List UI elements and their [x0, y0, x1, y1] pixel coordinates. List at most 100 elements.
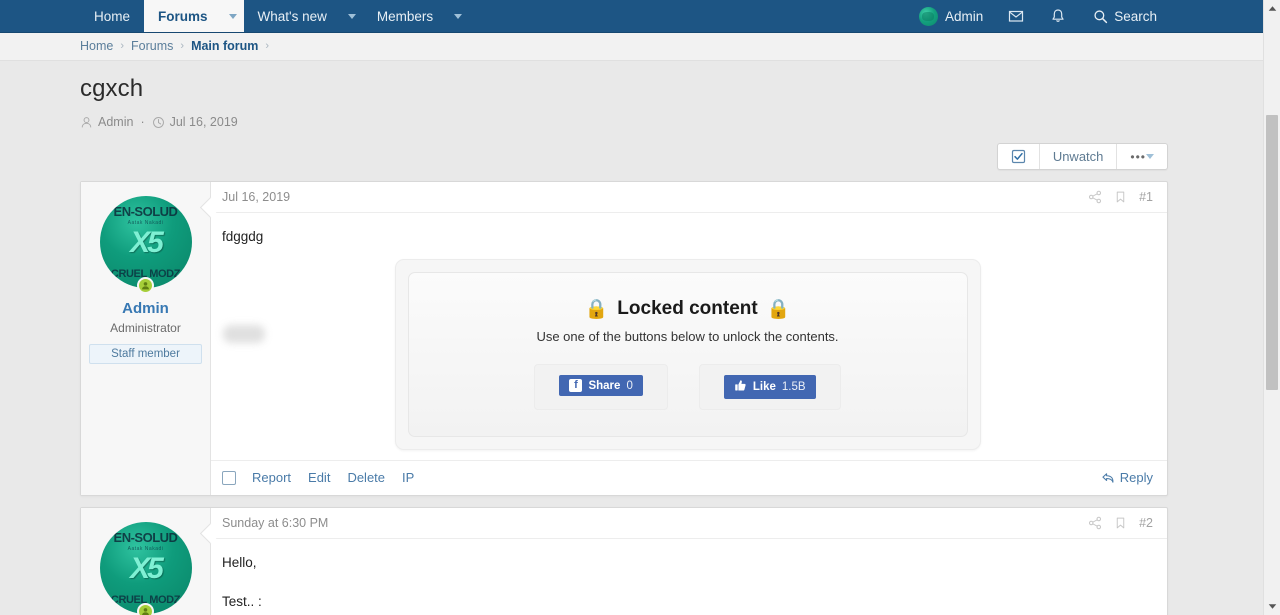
post-header: Jul 16, 2019 #1 [211, 182, 1167, 213]
status-badge: Staff member [89, 344, 202, 364]
vertical-scrollbar[interactable] [1263, 0, 1280, 615]
primary-nav: Home Forums What's new Members [80, 0, 469, 32]
bookmark-icon[interactable] [1114, 516, 1127, 530]
scroll-down-arrow [1268, 604, 1276, 609]
breadcrumb-item-home[interactable]: Home [80, 39, 113, 53]
chevron-down-icon [1146, 154, 1154, 159]
edit-link[interactable]: Edit [308, 470, 330, 485]
avatar[interactable]: EN-SOLUD Aatak Nakadi X5 CRUEL MODZ [99, 522, 192, 615]
nav-account-menu[interactable]: Admin [909, 0, 995, 32]
nav-group-members[interactable]: Members [363, 0, 469, 32]
facebook-like-label: Like [752, 381, 776, 394]
nav-item-forums[interactable]: Forums [144, 0, 222, 32]
report-link[interactable]: Report [252, 470, 291, 485]
avatar-top-text: EN-SOLUD [113, 530, 178, 546]
reply-button[interactable]: Reply [1101, 470, 1153, 485]
nav-search-button[interactable]: Search [1079, 0, 1171, 32]
user-avatar-icon [918, 6, 938, 26]
nav-whats-new-dropdown-toggle[interactable] [341, 0, 363, 32]
post-header-actions: #1 [1088, 190, 1153, 204]
facebook-share-count: 0 [626, 379, 633, 392]
chevron-down-icon [454, 13, 463, 19]
breadcrumb-item-main-forum[interactable]: Main forum [191, 39, 258, 53]
post-article: EN-SOLUD Aatak Nakadi X5 CRUEL MODZ Admi… [80, 181, 1168, 497]
nav-alerts-button[interactable] [1037, 0, 1079, 32]
post-number[interactable]: #2 [1139, 516, 1153, 530]
post-header-actions: #2 [1088, 516, 1153, 530]
secondary-nav: Admin Search [909, 0, 1171, 32]
nav-members-dropdown-toggle[interactable] [447, 0, 469, 32]
ip-link[interactable]: IP [402, 470, 414, 485]
user-icon [81, 116, 92, 127]
post-text: fdggdg [222, 227, 1153, 247]
online-status-icon [136, 277, 154, 294]
post-footer: Report Edit Delete IP Reply [211, 460, 1167, 495]
breadcrumb: Home › Forums › Main forum › [0, 33, 1263, 61]
more-dots-icon: ••• [1130, 149, 1146, 164]
thread-more-options-button[interactable]: ••• [1117, 144, 1167, 169]
locked-content-panel: 🔒 Locked content 🔒 Use one of the button… [407, 272, 968, 438]
meta-separator: · [140, 115, 145, 129]
lock-icon-left: 🔒 [584, 299, 609, 321]
scrollbar-thumb[interactable] [1266, 115, 1278, 390]
post-date[interactable]: Sunday at 6:30 PM [222, 516, 328, 530]
post-user-block: EN-SOLUD Aatak Nakadi X5 CRUEL MODZ Admi… [81, 508, 211, 615]
thread-date[interactable]: Jul 16, 2019 [170, 115, 238, 129]
facebook-share-widget: f Share 0 [534, 364, 668, 411]
nav-item-whats-new[interactable]: What's new [244, 0, 341, 32]
post-body: Hello, Test.. : [211, 539, 1167, 615]
nav-item-members[interactable]: Members [363, 0, 447, 32]
nav-group-whats-new[interactable]: What's new [244, 0, 363, 32]
scroll-down-button[interactable] [1264, 598, 1280, 615]
bookmark-icon[interactable] [1114, 190, 1127, 204]
share-icon[interactable] [1088, 516, 1102, 530]
avatar-logo-text: X5 [130, 226, 164, 259]
scroll-up-button[interactable] [1264, 0, 1280, 17]
avatar-logo-text: X5 [130, 552, 164, 586]
facebook-like-count: 1.5B [781, 381, 806, 394]
post-number[interactable]: #1 [1139, 190, 1153, 204]
post-user-block: EN-SOLUD Aatak Nakadi X5 CRUEL MODZ Admi… [81, 182, 211, 496]
clock-icon [152, 116, 164, 128]
avatar-container: EN-SOLUD Aatak Nakadi X5 CRUEL MODZ [99, 196, 192, 294]
facebook-like-widget: Like 1.5B [698, 364, 841, 411]
post-body: fdggdg 🔒 Locked content 🔒 Use one of the… [211, 213, 1167, 460]
thumbs-up-icon [734, 379, 747, 395]
post-text-line: Test.. : [222, 593, 262, 609]
post-main: Sunday at 6:30 PM #2 Hello, Test..: [211, 508, 1167, 615]
page-scroll-region: Home Forums What's new Members Admin Sea… [0, 0, 1263, 615]
reply-label: Reply [1119, 470, 1153, 486]
locked-content-container: 🔒 Locked content 🔒 Use one of the button… [394, 259, 981, 451]
post-text-line: Hello, [222, 555, 257, 571]
scroll-up-arrow [1268, 6, 1276, 11]
select-post-checkbox[interactable] [222, 470, 236, 485]
facebook-share-button[interactable]: f Share 0 [559, 375, 643, 397]
watch-button-group: Unwatch ••• [996, 143, 1168, 170]
post-date[interactable]: Jul 16, 2019 [222, 190, 290, 204]
reply-arrow-icon [1102, 473, 1114, 483]
chevron-down-icon [347, 13, 356, 19]
watch-status-icon-button[interactable] [998, 144, 1040, 169]
nav-group-forums[interactable]: Forums [144, 0, 244, 32]
facebook-like-button[interactable]: Like 1.5B [723, 375, 816, 400]
breadcrumb-separator-icon: › [120, 40, 125, 52]
thread-author[interactable]: Admin [98, 115, 133, 129]
avatar-top-text: EN-SOLUD [113, 204, 178, 219]
post-main: Jul 16, 2019 #1 fdggdg 🔒 Locked content … [211, 182, 1167, 495]
nav-account-name: Admin [944, 8, 984, 24]
breadcrumb-separator-icon: › [265, 40, 270, 52]
locked-content-buttons: f Share 0 Like 1.5B [419, 364, 957, 411]
nav-forums-dropdown-toggle[interactable] [222, 0, 244, 32]
nav-item-home[interactable]: Home [80, 0, 144, 32]
nav-inbox-button[interactable] [995, 0, 1037, 32]
share-icon[interactable] [1088, 190, 1102, 204]
avatar-container: EN-SOLUD Aatak Nakadi X5 CRUEL MODZ [99, 522, 192, 615]
locked-title-text: Locked content [617, 298, 758, 320]
avatar[interactable]: EN-SOLUD Aatak Nakadi X5 CRUEL MODZ [99, 196, 192, 288]
breadcrumb-item-forums[interactable]: Forums [131, 39, 173, 53]
post-list: EN-SOLUD Aatak Nakadi X5 CRUEL MODZ Admi… [0, 181, 1263, 615]
post-username[interactable]: Admin [89, 300, 202, 317]
delete-link[interactable]: Delete [347, 470, 385, 485]
unwatch-button[interactable]: Unwatch [1040, 144, 1118, 169]
checkbox-checked-icon [1011, 149, 1025, 164]
